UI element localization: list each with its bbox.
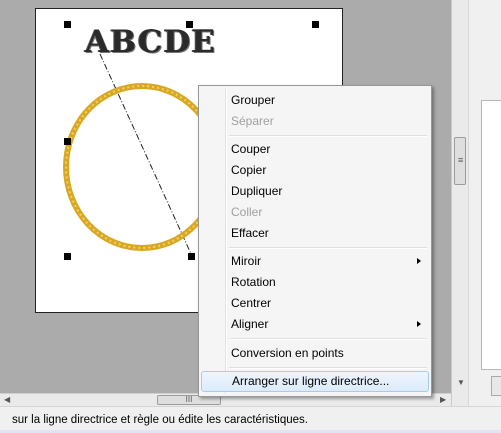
grip-icon: ≡ bbox=[458, 155, 464, 165]
menu-item-rotation[interactable]: Rotation bbox=[201, 272, 429, 293]
menu-item-label: Grouper bbox=[231, 93, 276, 107]
selection-handle-bottom-middle[interactable] bbox=[188, 253, 195, 260]
menu-separator bbox=[229, 247, 427, 249]
right-panel bbox=[468, 0, 501, 406]
menu-item-couper[interactable]: Couper bbox=[201, 139, 429, 160]
context-menu: Grouper Séparer Couper Copier Dupliquer … bbox=[198, 85, 432, 397]
menu-item-label: Couper bbox=[231, 142, 271, 156]
menu-item-dupliquer[interactable]: Dupliquer bbox=[201, 181, 429, 202]
status-text: sur la ligne directrice et règle ou édit… bbox=[12, 414, 308, 426]
submenu-arrow-icon bbox=[417, 321, 421, 327]
scroll-down-arrow-icon[interactable]: ▼ bbox=[457, 378, 465, 387]
menu-item-centrer[interactable]: Centrer bbox=[201, 293, 429, 314]
menu-item-separer: Séparer bbox=[201, 111, 429, 132]
selection-handle-bottom-left[interactable] bbox=[64, 253, 71, 260]
menu-item-label: Aligner bbox=[231, 317, 269, 331]
selection-handle-top-middle[interactable] bbox=[186, 21, 193, 28]
menu-item-label: Rotation bbox=[231, 275, 276, 289]
menu-item-aligner[interactable]: Aligner bbox=[201, 314, 429, 335]
scroll-left-arrow-icon[interactable]: ◀ bbox=[4, 395, 10, 404]
selection-handle-middle-left[interactable] bbox=[64, 138, 71, 145]
text-object-abcde[interactable]: ABCDE bbox=[85, 24, 216, 60]
menu-item-label: Centrer bbox=[231, 296, 272, 310]
menu-item-label: Effacer bbox=[231, 226, 269, 240]
menu-item-label: Dupliquer bbox=[231, 184, 283, 198]
menu-item-label: Copier bbox=[231, 163, 267, 177]
menu-item-effacer[interactable]: Effacer bbox=[201, 223, 429, 244]
vertical-scrollbar[interactable]: ≡ ▼ bbox=[451, 0, 468, 406]
menu-item-label: Coller bbox=[231, 205, 263, 219]
menu-item-label: Arranger sur ligne directrice... bbox=[232, 374, 390, 388]
menu-separator bbox=[229, 367, 427, 369]
menu-item-arranger-sur-ligne-directrice[interactable]: Arranger sur ligne directrice... bbox=[201, 371, 429, 392]
selection-handle-top-left[interactable] bbox=[64, 21, 71, 28]
menu-item-conversion-en-points[interactable]: Conversion en points bbox=[201, 343, 429, 364]
menu-item-label: Miroir bbox=[231, 254, 261, 268]
right-panel-list[interactable] bbox=[481, 100, 501, 370]
vertical-scroll-thumb[interactable]: ≡ bbox=[454, 137, 466, 185]
status-bar: sur la ligne directrice et règle ou édit… bbox=[0, 406, 501, 433]
menu-item-copier[interactable]: Copier bbox=[201, 160, 429, 181]
right-panel-button[interactable] bbox=[491, 376, 501, 396]
menu-item-miroir[interactable]: Miroir bbox=[201, 251, 429, 272]
submenu-arrow-icon bbox=[417, 258, 421, 264]
menu-item-label: Conversion en points bbox=[231, 346, 344, 360]
menu-separator bbox=[229, 135, 427, 137]
selection-handle-top-right[interactable] bbox=[312, 21, 319, 28]
menu-item-coller: Coller bbox=[201, 202, 429, 223]
menu-separator bbox=[229, 338, 427, 340]
menu-item-grouper[interactable]: Grouper bbox=[201, 90, 429, 111]
scroll-right-arrow-icon[interactable]: ▶ bbox=[440, 395, 446, 404]
menu-item-label: Séparer bbox=[231, 114, 274, 128]
